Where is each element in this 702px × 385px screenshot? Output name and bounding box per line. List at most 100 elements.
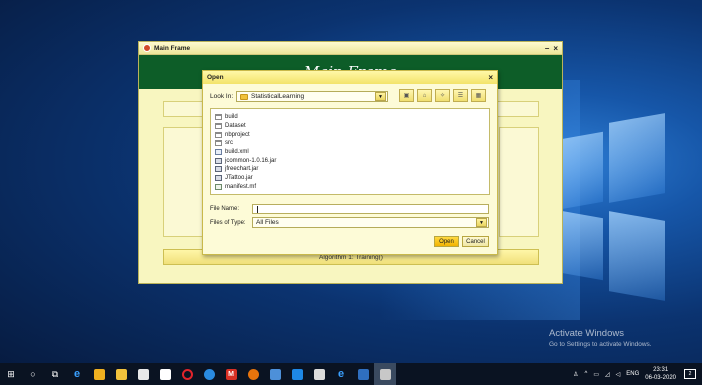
file-list-item[interactable]: jfreechart.jar [215,165,489,174]
details-view-button[interactable]: ▦ [471,89,486,102]
store-button[interactable] [88,363,110,385]
firefox-icon [247,368,259,380]
up-folder-icon: ▣ [403,93,410,99]
file-icon [215,175,222,182]
file-list-item[interactable]: src [215,139,489,148]
app-button-1[interactable] [264,363,286,385]
file-list-item-label: jcommon-1.0.16.jar [225,157,277,164]
look-in-label: Look In: [210,93,234,100]
folder-icon [215,140,222,147]
folder-icon [115,368,127,380]
open-dialog-titlebar[interactable]: Open × [203,71,497,84]
minimize-button[interactable]: – [545,44,549,53]
java-app-icon [379,368,391,380]
gmail-icon: M [225,368,237,380]
chevron-up-icon[interactable]: ^ [585,371,588,377]
clock-time: 23:31 [653,367,669,373]
app-button-2[interactable] [286,363,308,385]
list-view-button[interactable]: ☰ [453,89,468,102]
file-icon [215,183,222,190]
edge-button[interactable]: e [66,363,88,385]
file-list-item-label: src [225,140,233,147]
list-view-icon: ☰ [457,93,464,99]
file-list-item-label: manifest.mf [225,183,257,190]
cancel-button[interactable]: Cancel [462,236,489,247]
right-panel [499,127,539,237]
clock-date: 06-03-2020 [645,375,676,381]
activate-title: Activate Windows [549,328,624,339]
home-button[interactable]: ⌂ [417,89,432,102]
opera-button[interactable] [176,363,198,385]
file-name-row: File Name: [210,204,489,214]
file-list-item[interactable]: build [215,113,489,122]
mail-button[interactable] [132,363,154,385]
main-frame-titlebar[interactable]: Main Frame – × [139,42,562,55]
network-icon[interactable]: ◿ [605,371,610,378]
dialog-close-button[interactable]: × [488,73,493,82]
close-button[interactable]: × [553,44,558,53]
volume-icon[interactable]: ◁ [616,371,621,378]
file-icon [215,166,222,173]
app-icon [143,44,151,52]
files-of-type-label: Files of Type: [210,219,246,226]
folder-icon [215,131,222,138]
open-button[interactable]: Open [434,236,459,247]
language-indicator[interactable]: ENG [626,371,639,377]
file-list[interactable]: build Dataset nbproject src build.xml jcommon… [210,108,490,195]
files-of-type-combo[interactable]: All Files ▼ [252,217,489,228]
app-icon [357,368,369,380]
notepad-button[interactable] [154,363,176,385]
task-view-icon: ⧉ [51,368,59,379]
media-button[interactable] [308,363,330,385]
dialog-button-row: Open Cancel [431,236,489,247]
new-folder-icon: ✧ [439,93,446,99]
file-name-label: File Name: [210,206,240,212]
file-list-item-label: build.xml [225,149,249,156]
file-name-input[interactable] [252,204,489,214]
app-icon [269,368,281,380]
ie-button[interactable]: e [330,363,352,385]
file-list-item-label: jfreechart.jar [225,166,259,173]
details-view-icon: ▦ [475,93,482,99]
battery-icon[interactable]: ▭ [593,371,599,378]
notification-center-button[interactable]: 2 [684,369,696,379]
firefox-button[interactable] [242,363,264,385]
new-folder-button[interactable]: ✧ [435,89,450,102]
file-list-item[interactable]: jcommon-1.0.16.jar [215,156,489,165]
look-in-combo[interactable]: StatisticalLearning ▼ [236,91,388,102]
chrome-button[interactable] [198,363,220,385]
files-of-type-value: All Files [256,219,279,226]
look-in-value: StatisticalLearning [251,93,305,100]
file-list-item[interactable]: manifest.mf [215,183,489,192]
mail-icon [137,368,149,380]
activate-subtitle: Go to Settings to activate Windows. [549,341,652,348]
start-button[interactable]: ⊞ [0,363,22,385]
edge-icon: e [73,368,81,380]
main-frame-title: Main Frame [154,44,191,52]
file-list-item[interactable]: Dataset [215,122,489,131]
system-tray: ♙ ^ ▭ ◿ ◁ ENG 23:31 06-03-2020 2 [573,363,702,385]
store-icon [93,368,105,380]
file-list-item[interactable]: build.xml [215,148,489,157]
clock[interactable]: 23:31 06-03-2020 [645,366,676,382]
file-explorer-button[interactable] [110,363,132,385]
file-list-item[interactable]: JTattoo.jar [215,174,489,183]
chevron-down-icon[interactable]: ▼ [476,218,487,227]
up-folder-button[interactable]: ▣ [399,89,414,102]
search-button[interactable]: ○ [22,363,44,385]
task-view-button[interactable]: ⧉ [44,363,66,385]
activate-windows-watermark: Activate Windows Go to Settings to activ… [549,328,652,348]
gmail-button[interactable]: M [220,363,242,385]
files-of-type-row: Files of Type: All Files ▼ [210,217,489,228]
folder-icon [215,114,222,121]
chevron-down-icon[interactable]: ▼ [375,92,386,101]
open-dialog-title: Open [207,74,224,81]
search-icon: ○ [30,369,36,379]
file-list-item[interactable]: nbproject [215,130,489,139]
app-button-3[interactable] [352,363,374,385]
file-list-item-label: JTattoo.jar [225,175,253,182]
clapper-icon [313,368,325,380]
left-panel [163,127,203,237]
java-app-button[interactable] [374,363,396,385]
people-icon[interactable]: ♙ [573,371,578,378]
